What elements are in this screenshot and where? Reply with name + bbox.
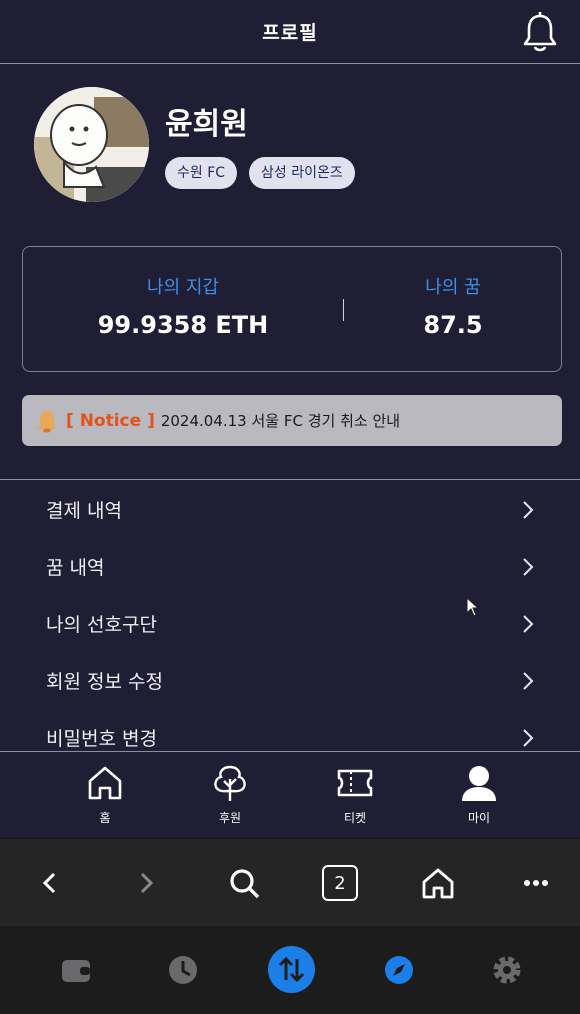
profile-section: 윤희원 수원 FC 삼성 라이온즈 xyxy=(34,87,554,203)
tabs-count-button[interactable]: 2 xyxy=(322,865,358,901)
divider xyxy=(0,479,580,480)
bell-icon xyxy=(37,410,57,432)
app-header: 프로필 xyxy=(0,0,580,64)
tab-label: 마이 xyxy=(467,811,491,825)
tab-label: 후원 xyxy=(218,811,242,825)
tab-label: 홈 xyxy=(99,811,111,825)
menu-item-favorite-teams[interactable]: 나의 선호구단 xyxy=(0,595,580,652)
chevron-right-icon xyxy=(523,671,534,690)
settings-menu: 결제 내역 꿈 내역 나의 선호구단 회원 정보 수정 비밀번호 변경 xyxy=(0,481,580,766)
dream-value: 87.5 xyxy=(423,311,483,339)
notice-text: 2024.04.13 서울 FC 경기 취소 안내 xyxy=(160,412,401,430)
menu-item-label: 회원 정보 수정 xyxy=(46,671,163,693)
wallet-summary: 나의 지갑 99.9358 ETH 나의 꿈 87.5 xyxy=(22,246,562,372)
chevron-right-icon xyxy=(523,500,534,519)
swap-icon xyxy=(278,956,305,983)
bottom-tab-bar: 홈 후원 티켓 마이 xyxy=(0,753,580,838)
tab-label: 티켓 xyxy=(343,811,367,825)
menu-item-dream-history[interactable]: 꿈 내역 xyxy=(0,538,580,595)
profile-name: 윤희원 xyxy=(165,107,248,142)
home-icon xyxy=(88,766,122,800)
bell-icon[interactable] xyxy=(520,10,560,54)
mouse-cursor-icon xyxy=(466,597,480,617)
forward-icon[interactable] xyxy=(128,865,164,901)
divider xyxy=(0,751,580,752)
menu-item-payment-history[interactable]: 결제 내역 xyxy=(0,481,580,538)
tree-icon xyxy=(214,765,246,801)
compass-icon[interactable] xyxy=(377,948,421,992)
search-icon[interactable] xyxy=(226,865,262,901)
tab-ticket[interactable]: 티켓 xyxy=(315,763,395,826)
history-icon[interactable] xyxy=(161,948,205,992)
dream-balance[interactable]: 나의 꿈 87.5 xyxy=(343,273,563,339)
menu-item-label: 비밀번호 변경 xyxy=(46,728,157,750)
team-tag: 수원 FC xyxy=(165,157,238,189)
chevron-right-icon xyxy=(523,557,534,576)
tab-count: 2 xyxy=(334,872,346,894)
avatar[interactable] xyxy=(34,87,149,202)
ticket-icon xyxy=(337,769,373,797)
tab-support[interactable]: 후원 xyxy=(190,763,270,826)
chevron-right-icon xyxy=(523,614,534,633)
notice-banner[interactable]: [ Notice ] 2024.04.13 서울 FC 경기 취소 안내 xyxy=(22,395,562,446)
wallet-icon[interactable] xyxy=(54,948,98,992)
dream-label: 나의 꿈 xyxy=(425,277,481,298)
user-icon xyxy=(462,766,496,801)
wallet-balance[interactable]: 나의 지갑 99.9358 ETH xyxy=(23,273,343,339)
menu-item-label: 나의 선호구단 xyxy=(46,614,157,636)
menu-item-label: 꿈 내역 xyxy=(46,557,105,579)
wallet-label: 나의 지갑 xyxy=(147,277,219,298)
settings-icon[interactable] xyxy=(485,948,529,992)
notice-tag: [ Notice ] xyxy=(66,410,155,431)
team-tag: 삼성 라이온즈 xyxy=(249,157,355,189)
more-icon[interactable] xyxy=(518,865,554,901)
page-title: 프로필 xyxy=(262,22,318,44)
wallet-value: 99.9358 ETH xyxy=(97,311,269,339)
browser-toolbar: 2 xyxy=(0,838,580,926)
favorite-teams: 수원 FC 삼성 라이온즈 xyxy=(165,157,355,189)
menu-item-label: 결제 내역 xyxy=(46,500,122,522)
home-icon[interactable] xyxy=(420,865,456,901)
back-icon[interactable] xyxy=(32,865,68,901)
swap-button[interactable] xyxy=(268,946,315,993)
tab-home[interactable]: 홈 xyxy=(65,763,145,826)
menu-item-edit-profile[interactable]: 회원 정보 수정 xyxy=(0,652,580,709)
chevron-right-icon xyxy=(523,728,534,747)
tab-my[interactable]: 마이 xyxy=(439,763,519,826)
